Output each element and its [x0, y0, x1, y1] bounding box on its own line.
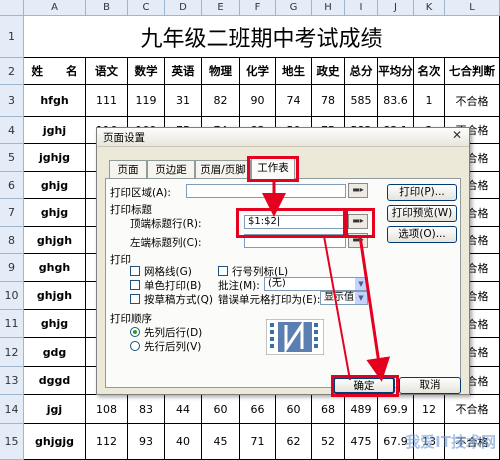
watermark: 我爱IT技术网: [405, 433, 496, 451]
tab-highlight: [247, 156, 299, 182]
annotation-arrows: [262, 182, 391, 382]
